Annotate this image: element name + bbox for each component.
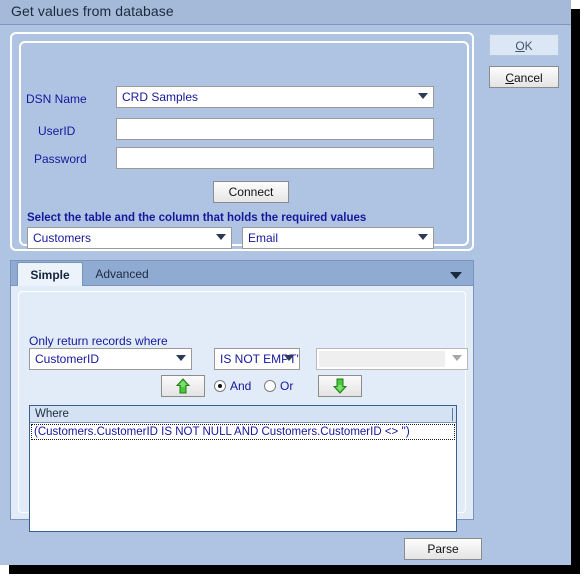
tab-strip: Simple Advanced	[10, 260, 474, 287]
chevron-down-icon	[452, 355, 462, 361]
filter-field-combobox[interactable]: CustomerID	[29, 348, 192, 370]
column-divider[interactable]	[452, 408, 453, 421]
password-label: Password	[34, 152, 87, 166]
tab-advanced[interactable]: Advanced	[85, 262, 159, 287]
where-list[interactable]: Where (Customers.CustomerID IS NOT NULL …	[29, 405, 457, 532]
connect-button[interactable]: Connect	[213, 181, 289, 203]
userid-label: UserID	[38, 124, 76, 138]
dsn-name-combobox[interactable]: CRD Samples	[116, 86, 434, 108]
radio-and[interactable]: And	[214, 379, 251, 393]
arrow-down-icon	[332, 378, 348, 394]
tab-control: Simple Advanced Only return records wher…	[10, 260, 474, 532]
dsn-name-label: DSN Name	[26, 92, 87, 106]
cancel-button-mnemonic: C	[505, 71, 514, 85]
column-combobox[interactable]: Email	[242, 227, 434, 249]
tab-simple[interactable]: Simple	[17, 262, 83, 287]
where-column-header: Where	[35, 408, 69, 420]
chevron-down-icon	[284, 355, 294, 361]
move-up-button[interactable]	[161, 375, 205, 397]
radio-or[interactable]: Or	[264, 379, 293, 393]
chevron-down-icon	[418, 234, 428, 240]
title-bar: Get values from database	[0, 0, 571, 25]
ok-button[interactable]: OK	[489, 34, 559, 56]
cancel-button-label: ancel	[513, 71, 543, 85]
window-title: Get values from database	[11, 3, 174, 19]
only-return-records-label: Only return records where	[29, 334, 168, 348]
dsn-name-value: CRD Samples	[122, 90, 199, 104]
filter-value-field	[319, 351, 445, 367]
dialog-window: Get values from database OK Cancel DSN N…	[0, 0, 571, 565]
arrow-up-icon	[175, 378, 191, 394]
userid-input[interactable]	[116, 118, 434, 140]
password-input[interactable]	[116, 147, 434, 169]
table-combobox[interactable]: Customers	[27, 227, 232, 249]
chevron-down-icon	[176, 355, 186, 361]
ok-button-mnemonic: O	[515, 39, 525, 53]
parse-button[interactable]: Parse	[404, 538, 482, 560]
column-value: Email	[248, 231, 279, 245]
filter-value-combobox[interactable]	[316, 348, 468, 370]
radio-and-label: And	[230, 379, 252, 393]
select-table-column-hint: Select the table and the column that hol…	[27, 212, 367, 224]
filter-field-value: CustomerID	[35, 352, 100, 366]
radio-and-dot	[214, 380, 226, 392]
radio-or-label: Or	[280, 379, 294, 393]
chevron-down-icon[interactable]	[450, 272, 462, 279]
radio-or-dot	[264, 380, 276, 392]
filter-operator-combobox[interactable]: IS NOT EMPT'	[214, 348, 300, 370]
tab-page-simple: Only return records where CustomerID IS …	[10, 286, 474, 532]
cancel-button[interactable]: Cancel	[489, 66, 559, 88]
chevron-down-icon	[418, 93, 428, 99]
where-list-row[interactable]: (Customers.CustomerID IS NOT NULL AND Cu…	[31, 424, 455, 440]
where-list-header: Where	[30, 406, 456, 423]
table-value: Customers	[33, 231, 92, 245]
chevron-down-icon	[216, 234, 226, 240]
move-down-button[interactable]	[318, 375, 362, 397]
ok-button-label: K	[524, 39, 533, 53]
